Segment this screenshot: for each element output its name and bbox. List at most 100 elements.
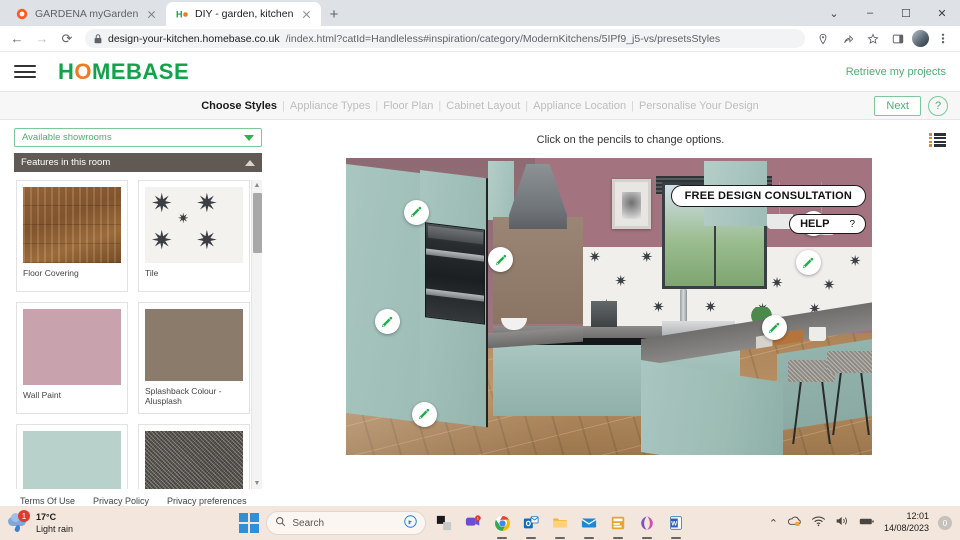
scroll-down-icon[interactable]: ▼ — [254, 478, 261, 489]
feature-card-wall-paint[interactable]: Wall Paint — [16, 302, 128, 414]
notification-badge[interactable]: 0 — [938, 516, 952, 530]
step-choose-styles[interactable]: Choose Styles — [196, 100, 282, 112]
browser-tab-gardena[interactable]: GARDENA myGarden planner — [6, 2, 166, 26]
mail-icon[interactable] — [578, 512, 600, 539]
feature-label: Splashback Colour - Alusplash — [145, 385, 222, 407]
feature-card-floor-covering[interactable]: Floor Covering — [16, 180, 128, 292]
step-appliance-types[interactable]: Appliance Types — [285, 100, 376, 112]
reload-icon[interactable]: ⟳ — [56, 28, 78, 50]
help-button[interactable]: HELP ? — [789, 214, 866, 234]
chrome-menu-icon[interactable] — [932, 28, 954, 50]
teams-icon[interactable]: 1 — [462, 512, 484, 534]
close-icon[interactable] — [145, 8, 158, 21]
privacy-policy-link[interactable]: Privacy Policy — [93, 496, 149, 506]
search-icon — [275, 516, 286, 530]
location-pin-icon[interactable] — [812, 28, 834, 50]
tray-chevron-icon[interactable]: ⌃ — [769, 517, 778, 530]
sidebar-scrollbar[interactable]: ▲ ▼ — [251, 180, 262, 489]
swatch-floor-covering — [23, 187, 121, 263]
feature-card-tile[interactable]: ✷ ✷ ✷ ✷ ✷ Tile — [138, 180, 250, 292]
tab-title: GARDENA myGarden planner — [35, 8, 138, 20]
address-bar[interactable]: design-your-kitchen.homebase.co.uk/index… — [85, 29, 805, 48]
microsoft-365-icon[interactable] — [636, 512, 658, 539]
lock-icon — [94, 33, 102, 44]
feature-label: Floor Covering — [23, 268, 79, 278]
task-view-icon[interactable] — [433, 512, 455, 534]
feature-card-partial-mint[interactable] — [16, 424, 128, 489]
chrome-icon[interactable] — [491, 512, 513, 539]
step-personalise-your-design[interactable]: Personalise Your Design — [634, 100, 764, 112]
clock[interactable]: 12:01 14/08/2023 — [884, 511, 929, 534]
next-button[interactable]: Next — [874, 95, 921, 116]
file-explorer-icon[interactable] — [549, 512, 571, 539]
clock-date: 14/08/2023 — [883, 523, 929, 533]
new-tab-button[interactable]: + — [321, 2, 347, 26]
browser-tab-homebase[interactable]: H DIY - garden, kitchens, paint, bat — [166, 2, 321, 26]
step-floor-plan[interactable]: Floor Plan — [378, 100, 438, 112]
windows-start-icon[interactable] — [239, 513, 260, 533]
window-controls: ⌄ – ☐ ✕ — [816, 0, 960, 26]
swatch-tile: ✷ ✷ ✷ ✷ ✷ — [145, 187, 243, 263]
close-icon[interactable] — [300, 8, 313, 21]
side-panel-icon[interactable] — [887, 28, 909, 50]
scrollbar-thumb[interactable] — [252, 193, 262, 253]
search-input[interactable]: Search — [266, 511, 427, 535]
maximize-button[interactable]: ☐ — [888, 0, 924, 26]
pencil-worktop[interactable] — [488, 247, 514, 273]
chevron-up-icon — [245, 159, 255, 166]
free-design-consultation-button[interactable]: FREE DESIGN CONSULTATION — [670, 185, 866, 207]
weather-text: 17°C Light rain — [36, 511, 73, 535]
tool-app-icon[interactable] — [607, 512, 629, 539]
back-icon[interactable]: ← — [6, 28, 28, 50]
features-scroll-area: Floor Covering ✷ ✷ ✷ ✷ ✷ Tile Wall Paint… — [14, 174, 262, 489]
privacy-preferences-link[interactable]: Privacy preferences — [167, 496, 247, 506]
list-view-icon[interactable] — [929, 133, 946, 147]
site-header: HOMEBASE Retrieve my projects — [0, 52, 960, 92]
url-path: /index.html?catId=Handleless#inspiration… — [285, 32, 721, 45]
feature-card-partial-worktop[interactable] — [138, 424, 250, 489]
terms-of-use-link[interactable]: Terms Of Use — [20, 496, 75, 506]
pencil-island-worktop[interactable] — [761, 315, 787, 341]
feature-card-splashback-colour[interactable]: Splashback Colour - Alusplash — [138, 302, 250, 414]
battery-icon[interactable] — [859, 514, 875, 532]
pencil-cabinet-doors[interactable] — [403, 199, 429, 225]
retrieve-my-projects-link[interactable]: Retrieve my projects — [846, 66, 946, 78]
close-window-button[interactable]: ✕ — [924, 0, 960, 26]
step-actions: Next ? — [874, 95, 948, 116]
onedrive-icon[interactable] — [787, 514, 802, 532]
step-appliance-location[interactable]: Appliance Location — [528, 100, 631, 112]
svg-text:H: H — [176, 10, 183, 20]
volume-icon[interactable] — [835, 514, 850, 532]
sidebar: Available showrooms Features in this roo… — [0, 120, 272, 506]
available-showrooms-select[interactable]: Available showrooms — [14, 128, 262, 147]
clock-time: 12:01 — [906, 511, 929, 522]
bing-icon[interactable] — [404, 515, 418, 531]
swatch-splashback-colour — [145, 309, 243, 381]
kitchen-render-wrap: ✷ ✷ ✷ ✷ ✷ ✷ ✷ ✷ ✷ ✷ ✷ ✷ ✷ — [346, 158, 872, 455]
profile-avatar[interactable] — [912, 30, 929, 47]
minimize-button[interactable]: – — [852, 0, 888, 26]
help-button-label: HELP — [800, 218, 830, 230]
step-cabinet-layout[interactable]: Cabinet Layout — [441, 100, 525, 112]
word-icon[interactable]: W — [665, 512, 687, 539]
page-content: HOMEBASE Retrieve my projects Choose Sty… — [0, 52, 960, 506]
help-icon[interactable]: ? — [928, 95, 948, 116]
forward-icon[interactable]: → — [31, 28, 53, 50]
homebase-logo[interactable]: HOMEBASE — [58, 59, 189, 85]
wifi-icon[interactable] — [811, 514, 826, 532]
logo-rest: MEBASE — [92, 58, 190, 84]
scroll-up-icon[interactable]: ▲ — [254, 180, 261, 191]
pencil-splashback-tile[interactable] — [795, 250, 821, 276]
share-icon[interactable] — [837, 28, 859, 50]
feature-label: Wall Paint — [23, 390, 61, 400]
outlook-icon[interactable] — [520, 512, 542, 539]
step-navigation: Choose Styles | Appliance Types | Floor … — [0, 92, 960, 120]
features-in-this-room-header[interactable]: Features in this room — [14, 153, 262, 172]
weather-widget[interactable]: 1 17°C Light rain — [8, 510, 158, 535]
bookmark-star-icon[interactable] — [862, 28, 884, 50]
help-question-icon: ? — [849, 218, 855, 230]
rain-cloud-icon: 1 — [8, 510, 30, 533]
pencil-flooring-plank[interactable] — [411, 401, 437, 427]
tab-search-icon[interactable]: ⌄ — [816, 0, 852, 26]
hamburger-menu-icon[interactable] — [14, 61, 36, 83]
